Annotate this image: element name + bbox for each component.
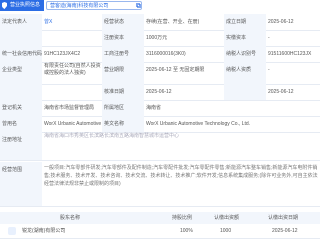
column-header: 持股比例 bbox=[172, 215, 193, 221]
value: 1000万元 bbox=[146, 35, 168, 41]
address-value: 海南省海口市秀英区长滨路长滨南五路海南智慧城市运营中心 bbox=[44, 133, 180, 139]
info-row: 曾用名 WorX Urbanic Automotive Technology C… bbox=[0, 116, 320, 133]
label: 纳税人识别号 bbox=[224, 46, 266, 62]
column-header: 认缴出资日期 bbox=[268, 215, 299, 221]
company-title[interactable]: 营客迪(海南)科技有限公司 bbox=[46, 1, 142, 10]
value: 海南省 bbox=[146, 105, 162, 111]
info-row: 企业类型 有限责任公司(自然人投资或控股的法人独资) 营业期限 2025-06-… bbox=[0, 62, 320, 85]
table-header: 股东名称 持股比例 认缴出资额 认缴出资日期 bbox=[0, 212, 320, 224]
label: 核准日期 bbox=[102, 84, 144, 100]
label: 所属地区 bbox=[102, 100, 144, 116]
value bbox=[42, 30, 102, 46]
value: 海南省市场监督管理局 bbox=[44, 105, 95, 111]
label: 纳税人资质 bbox=[224, 62, 266, 84]
header-bar: 营业执照信息 营客迪(海南)科技有限公司 bbox=[0, 0, 320, 12]
label: 注册资本 bbox=[102, 30, 144, 46]
label: 法定代表人 bbox=[0, 14, 42, 30]
value: 2025-06-12 bbox=[146, 89, 172, 95]
value: 有限责任公司(自然人投资或控股的法人独资) bbox=[44, 63, 101, 76]
label: 经营范围 bbox=[0, 162, 42, 206]
value: 3116000016(3K0) bbox=[146, 51, 186, 57]
copy-icon[interactable] bbox=[136, 3, 141, 8]
status-value: 存续(在营、开业、在册) bbox=[146, 19, 200, 25]
table-row[interactable]: 锐龙(湖南)有限公司 100% 1000 2025-06-12 bbox=[0, 224, 320, 239]
info-row: 统一社会信用代码 91HC123JX4C2 工商注册号 3116000016(3… bbox=[0, 46, 320, 63]
amount-cell: 1000 bbox=[220, 228, 232, 234]
column-header: 股东名称 bbox=[60, 215, 81, 221]
value: - bbox=[268, 67, 270, 73]
section-tag-label: 营业执照信息 bbox=[9, 2, 40, 8]
shareholder-name[interactable]: 锐龙(湖南)有限公司 bbox=[22, 224, 65, 238]
label: 英文名称 bbox=[102, 116, 144, 132]
english-name-value: WorX Urbanic Automotive Technology Co., … bbox=[146, 121, 251, 127]
value: 2025-06-12 bbox=[268, 89, 294, 95]
shield-icon bbox=[2, 2, 7, 9]
label: 经营状态 bbox=[102, 14, 144, 30]
ratio-cell: 100% bbox=[180, 228, 193, 234]
value: WorX Urbanic Automotive Technology Co., … bbox=[44, 121, 102, 127]
value: - bbox=[268, 35, 270, 41]
business-scope: 经营范围 一般项目:汽车零部件研发;汽车零部件及配件制造;汽车零配件批发;汽车零… bbox=[0, 162, 320, 207]
label bbox=[0, 30, 42, 46]
value: 2025-06-12 至 无固定期限 bbox=[146, 67, 205, 73]
value: 2025-06-12 bbox=[268, 19, 294, 25]
info-row: 登记机关 海南省市场监督管理局 所属地区 海南省 bbox=[0, 100, 320, 117]
label: 工商注册号 bbox=[102, 46, 144, 62]
label: 实缴资本 bbox=[224, 30, 266, 46]
section-tag: 营业执照信息 bbox=[0, 0, 44, 11]
value: 91511600HC123JX bbox=[268, 51, 312, 57]
info-row: 法定代表人 曾X 经营状态 存续(在营、开业、在册) 成立日期 2025-06-… bbox=[0, 14, 320, 31]
info-row: 注册资本 1000万元 实缴资本 - bbox=[0, 30, 320, 47]
info-row: 注册地址 海南省海口市秀英区长滨路长滨南五路海南智慧城市运营中心 bbox=[0, 132, 320, 161]
label: 曾用名 bbox=[0, 116, 42, 132]
label bbox=[224, 84, 266, 100]
avatar bbox=[8, 227, 16, 235]
value bbox=[42, 84, 102, 100]
label bbox=[0, 84, 42, 100]
label: 企业类型 bbox=[0, 62, 42, 84]
label: 成立日期 bbox=[224, 14, 266, 30]
label: 注册地址 bbox=[0, 132, 42, 160]
label: 营业期限 bbox=[102, 62, 144, 84]
column-header: 认缴出资额 bbox=[214, 215, 240, 221]
date-cell: 2025-06-12 bbox=[272, 228, 298, 234]
label: 登记机关 bbox=[0, 100, 42, 116]
value: 91HC123JX4C2 bbox=[44, 51, 81, 57]
label: 统一社会信用代码 bbox=[0, 46, 42, 62]
legal-rep-value[interactable]: 曾X bbox=[42, 14, 102, 30]
info-row: 核准日期 2025-06-12 2025-06-12 bbox=[0, 84, 320, 101]
business-scope-text: 一般项目:汽车零部件研发;汽车零部件及配件制造;汽车零配件批发;汽车零配件零售;… bbox=[44, 165, 318, 187]
company-title-text: 营客迪(海南)科技有限公司 bbox=[50, 3, 109, 9]
